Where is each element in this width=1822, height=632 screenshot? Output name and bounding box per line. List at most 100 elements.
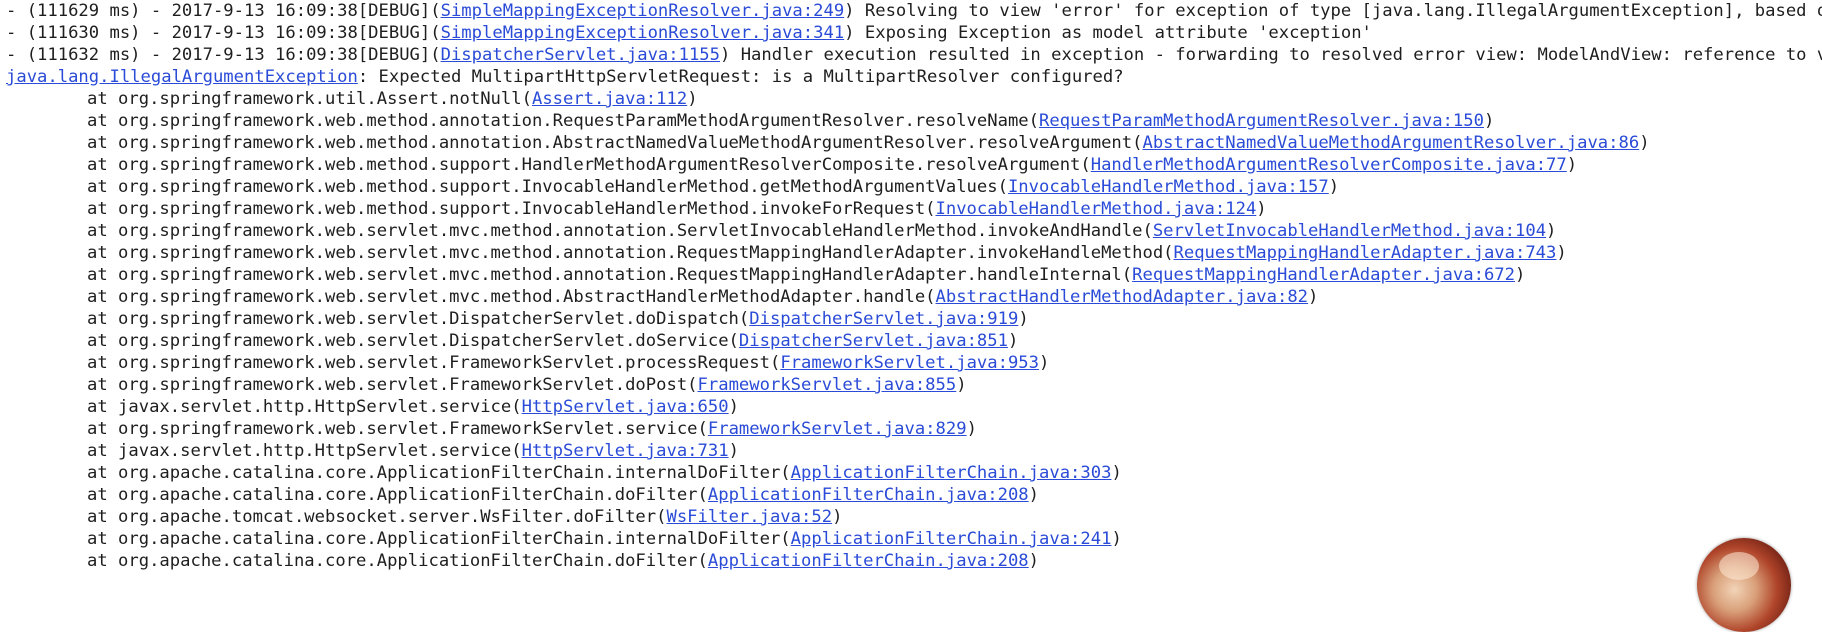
frame-close-paren: ) [728, 397, 739, 417]
stack-frame: at org.apache.catalina.core.ApplicationF… [0, 462, 1822, 484]
frame-method: at org.springframework.web.method.annota… [87, 111, 1039, 131]
frame-method: at org.springframework.web.method.suppor… [87, 177, 1008, 197]
frame-source-link[interactable]: ApplicationFilterChain.java:208 [708, 551, 1029, 571]
frame-source-link[interactable]: RequestMappingHandlerAdapter.java:672 [1132, 265, 1515, 285]
frame-source-link[interactable]: HttpServlet.java:650 [522, 397, 729, 417]
exception-type-link[interactable]: java.lang.IllegalArgumentException [6, 67, 358, 87]
frame-method: at org.springframework.web.method.suppor… [87, 155, 1091, 175]
frame-source-link[interactable]: Assert.java:112 [532, 89, 687, 109]
frame-method: at org.apache.catalina.core.ApplicationF… [87, 529, 791, 549]
frame-close-paren: ) [1111, 529, 1122, 549]
frame-method: at org.apache.catalina.core.ApplicationF… [87, 485, 708, 505]
frame-source-link[interactable]: RequestParamMethodArgumentResolver.java:… [1039, 111, 1484, 131]
frame-close-paren: ) [1028, 485, 1040, 505]
stack-frame: at org.springframework.web.method.suppor… [0, 198, 1822, 220]
frame-method: at org.springframework.web.servlet.mvc.m… [87, 243, 1174, 263]
exception-message: : Expected MultipartHttpServletRequest: … [357, 67, 1124, 87]
frame-source-link[interactable]: DispatcherServlet.java:851 [739, 331, 1008, 351]
frame-close-paren: ) [1039, 353, 1050, 373]
frame-source-link[interactable]: FrameworkServlet.java:829 [708, 419, 967, 439]
log-message: ) Handler execution resulted in exceptio… [720, 45, 1822, 65]
frame-close-paren: ) [1256, 199, 1267, 219]
stack-frame: at org.apache.catalina.core.ApplicationF… [0, 528, 1822, 550]
source-link[interactable]: SimpleMappingExceptionResolver.java:341 [441, 23, 845, 43]
frame-method: at org.springframework.web.servlet.Dispa… [87, 331, 739, 351]
frame-method: at org.springframework.web.method.suppor… [87, 199, 936, 219]
log-prefix: - (111629 ms) - 2017-9-13 16:09:38[DEBUG… [6, 1, 441, 21]
frame-close-paren: ) [956, 375, 967, 395]
stack-frame: at org.springframework.web.servlet.Frame… [0, 352, 1822, 374]
frame-method: at org.springframework.web.servlet.mvc.m… [87, 265, 1133, 285]
stack-trace: at org.springframework.util.Assert.notNu… [0, 88, 1822, 578]
frame-close-paren: ) [728, 441, 739, 461]
frame-source-link[interactable]: FrameworkServlet.java:953 [780, 353, 1039, 373]
frame-source-link[interactable]: HandlerMethodArgumentResolverComposite.j… [1091, 155, 1567, 175]
frame-method: at org.springframework.web.servlet.Dispa… [87, 309, 750, 329]
stack-frame: at org.springframework.web.servlet.Frame… [0, 374, 1822, 396]
frame-method: at javax.servlet.http.HttpServlet.servic… [87, 397, 522, 417]
stack-frame: at org.springframework.web.servlet.mvc.m… [0, 264, 1822, 286]
stack-frame: at javax.servlet.http.HttpServlet.servic… [0, 396, 1822, 418]
stack-frame: at org.springframework.util.Assert.notNu… [0, 88, 1822, 110]
frame-source-link[interactable]: InvocableHandlerMethod.java:157 [1008, 177, 1329, 197]
frame-close-paren: ) [1483, 111, 1495, 131]
source-link[interactable]: DispatcherServlet.java:1155 [441, 45, 720, 65]
frame-close-paren: ) [966, 419, 977, 439]
frame-method: at org.springframework.web.servlet.mvc.m… [87, 287, 936, 307]
frame-source-link[interactable]: AbstractNamedValueMethodArgumentResolver… [1142, 133, 1639, 153]
log-prefix: - (111630 ms) - 2017-9-13 16:09:38[DEBUG… [6, 23, 441, 43]
frame-source-link[interactable]: FrameworkServlet.java:855 [698, 375, 957, 395]
frame-source-link[interactable]: AbstractHandlerMethodAdapter.java:82 [936, 287, 1309, 307]
log-line: - (111629 ms) - 2017-9-13 16:09:38[DEBUG… [0, 0, 1822, 22]
console-output[interactable]: - (111629 ms) - 2017-9-13 16:09:38[DEBUG… [0, 0, 1822, 578]
frame-method: at javax.servlet.http.HttpServlet.servic… [87, 441, 522, 461]
frame-source-link[interactable]: ApplicationFilterChain.java:303 [791, 463, 1112, 483]
stack-frame: at org.springframework.web.servlet.mvc.m… [0, 220, 1822, 242]
frame-close-paren: ) [1308, 287, 1319, 307]
stack-frame: at org.apache.catalina.core.ApplicationF… [0, 550, 1822, 572]
stack-frame: at org.springframework.web.servlet.Dispa… [0, 308, 1822, 330]
stack-frame: at org.springframework.web.servlet.Frame… [0, 418, 1822, 440]
frame-method: at org.springframework.web.servlet.Frame… [87, 375, 698, 395]
stack-frame: at org.springframework.web.method.suppor… [0, 176, 1822, 198]
frame-close-paren: ) [1111, 463, 1122, 483]
frame-source-link[interactable]: DispatcherServlet.java:919 [749, 309, 1018, 329]
frame-close-paren: ) [687, 89, 698, 109]
frame-source-link[interactable]: WsFilter.java:52 [666, 507, 832, 527]
frame-source-link[interactable]: ApplicationFilterChain.java:208 [708, 485, 1029, 505]
frame-method: at org.springframework.web.servlet.Frame… [87, 353, 781, 373]
source-link[interactable]: SimpleMappingExceptionResolver.java:249 [441, 1, 845, 21]
frame-source-link[interactable]: ApplicationFilterChain.java:241 [791, 529, 1112, 549]
log-prefix: - (111632 ms) - 2017-9-13 16:09:38[DEBUG… [6, 45, 441, 65]
stack-frame: at org.apache.catalina.core.ApplicationF… [0, 484, 1822, 506]
stack-frame: at org.springframework.web.method.annota… [0, 110, 1822, 132]
frame-source-link[interactable]: ServletInvocableHandlerMethod.java:104 [1153, 221, 1546, 241]
frame-close-paren: ) [1515, 265, 1526, 285]
frame-close-paren: ) [1328, 177, 1340, 197]
stack-frame: at javax.servlet.http.HttpServlet.servic… [0, 440, 1822, 462]
frame-method: at org.springframework.web.servlet.Frame… [87, 419, 708, 439]
stack-frame: at org.springframework.web.servlet.mvc.m… [0, 286, 1822, 308]
frame-close-paren: ) [1028, 551, 1040, 571]
frame-close-paren: ) [1639, 133, 1650, 153]
frame-method: at org.apache.catalina.core.ApplicationF… [87, 551, 708, 571]
stack-frame: at org.springframework.web.servlet.mvc.m… [0, 242, 1822, 264]
frame-method: at org.springframework.web.servlet.mvc.m… [87, 221, 1153, 241]
log-message: ) Exposing Exception as model attribute … [844, 23, 1372, 43]
frame-close-paren: ) [1007, 331, 1019, 351]
log-line: - (111632 ms) - 2017-9-13 16:09:38[DEBUG… [0, 44, 1822, 66]
frame-source-link[interactable]: HttpServlet.java:731 [522, 441, 729, 461]
log-header-lines: - (111629 ms) - 2017-9-13 16:09:38[DEBUG… [0, 0, 1822, 66]
frame-source-link[interactable]: RequestMappingHandlerAdapter.java:743 [1174, 243, 1557, 263]
frame-method: at org.apache.catalina.core.ApplicationF… [87, 463, 791, 483]
frame-close-paren: ) [1566, 155, 1578, 175]
frame-method: at org.springframework.web.method.annota… [87, 133, 1143, 153]
frame-close-paren: ) [832, 507, 843, 527]
stack-frame: at org.apache.tomcat.websocket.server.Ws… [0, 506, 1822, 528]
frame-source-link[interactable]: InvocableHandlerMethod.java:124 [936, 199, 1257, 219]
stack-frame: at org.springframework.web.method.suppor… [0, 154, 1822, 176]
exception-line: java.lang.IllegalArgumentException: Expe… [0, 66, 1822, 88]
avatar[interactable] [1697, 538, 1791, 632]
stack-frame: at org.springframework.web.method.annota… [0, 132, 1822, 154]
stack-frame: at org.springframework.web.filter.Charac… [0, 572, 1822, 578]
